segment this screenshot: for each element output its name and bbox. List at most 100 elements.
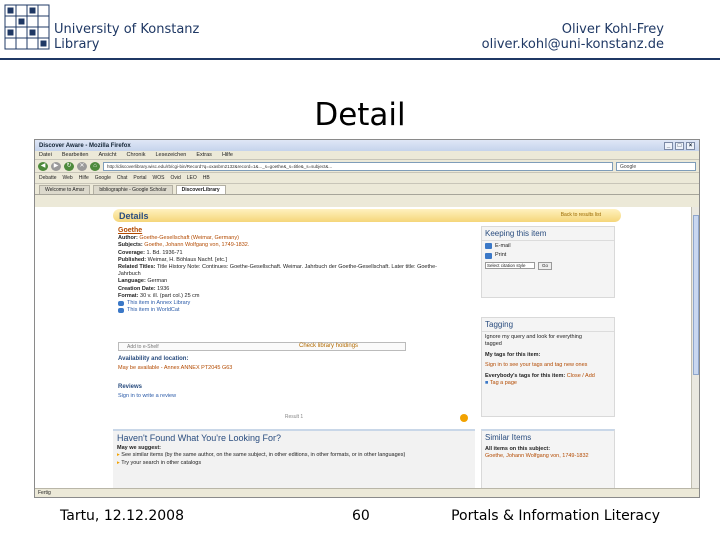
check-library-holdings-link[interactable]: Check library holdings	[299, 342, 358, 351]
close-button[interactable]: ×	[686, 141, 695, 150]
next-result-icon[interactable]	[460, 414, 468, 422]
menu-tools[interactable]: Extras	[196, 152, 212, 158]
sign-in-tags-row: Sign in to see your tags and tag new one…	[482, 362, 614, 370]
availability-heading: Availability and location:	[118, 356, 189, 362]
author-name: Oliver Kohl-Frey	[561, 22, 664, 37]
record-title[interactable]: Goethe	[118, 227, 475, 234]
field-related-titles: Related Titles: Title History Note: Cont…	[118, 264, 437, 278]
tab-welcome[interactable]: Welcome to Amar	[39, 185, 91, 194]
add-to-eshelf-input[interactable]: Add to e-Shelf	[118, 342, 406, 351]
tab-google-scholar[interactable]: bibliographie - Google Scholar	[93, 185, 173, 194]
field-author: Author: Goethe-Gesellschaft (Weimar, Ger…	[118, 235, 239, 242]
email-icon	[485, 243, 492, 250]
reviews-heading: Reviews	[118, 384, 143, 390]
similar-subtitle: All items on this subject:	[485, 445, 551, 452]
annex-library-link[interactable]: This item in Annex Library	[118, 300, 475, 307]
citation-style-select[interactable]: Select citation style	[485, 262, 535, 269]
print-icon	[485, 252, 492, 259]
home-icon[interactable]: ⌂	[90, 161, 100, 171]
author-email: oliver.kohl@uni-konstanz.de	[481, 37, 664, 52]
navigation-toolbar: ◀ ▶ ↻ ✕ ⌂ http://discoverlibrary.wisc.ed…	[35, 160, 699, 173]
tagging-panel: Tagging Ignore my query and look for eve…	[481, 317, 615, 417]
scroll-thumb[interactable]	[693, 215, 699, 375]
tab-discoverlibrary[interactable]: DiscoverLibrary	[175, 185, 226, 194]
bookmark-item[interactable]: WOS	[152, 175, 164, 181]
availability-text[interactable]: May be available - Annex ANNEX PT2045 G6…	[118, 365, 232, 372]
header-rule	[0, 58, 720, 60]
similar-items-panel: Similar Items All items on this subject:…	[481, 429, 615, 489]
bookmark-item[interactable]: Ovid	[170, 175, 180, 181]
close-add-link[interactable]: Close / Add	[567, 373, 595, 379]
author-block: Oliver Kohl-Frey oliver.kohl@uni-konstan…	[482, 22, 664, 52]
bookmarks-toolbar: Debatte Web Hilfe Google Chat Portal WOS…	[35, 173, 699, 184]
university-logo-icon	[4, 4, 50, 50]
bookmark-item[interactable]: Chat	[117, 175, 128, 181]
email-button[interactable]: E-mail	[482, 243, 614, 251]
field-published: Published: Weimar, H. Böhlaus Nachf. [et…	[118, 256, 228, 263]
library-record-page: Details Back to results list Goethe Auth…	[113, 207, 621, 489]
everybody-tags-row: Everybody's tags for this item: Close / …	[485, 372, 595, 379]
menu-help[interactable]: Hilfe	[222, 152, 233, 158]
record-details: Goethe Author: Goethe-Gesellschaft (Weim…	[113, 224, 475, 420]
bookmark-item[interactable]: Debatte	[39, 175, 57, 181]
slide-title: Detail	[314, 97, 406, 133]
back-to-results-link[interactable]: Back to results list	[561, 212, 601, 218]
menu-file[interactable]: Datei	[39, 152, 52, 158]
forward-arrow-icon[interactable]: ▶	[51, 161, 61, 171]
field-coverage: Coverage: 1. Bd. 1936-71	[118, 249, 183, 256]
footer-page-number: 60	[352, 508, 370, 524]
keeping-heading: Keeping this item	[482, 227, 614, 241]
havent-found-heading: Haven't Found What You're Looking For?	[117, 433, 282, 443]
similar-items-heading: Similar Items	[485, 433, 532, 442]
my-tags-label: My tags for this item:	[485, 351, 541, 358]
citation-go-button[interactable]: Go	[538, 261, 553, 270]
print-button[interactable]: Print	[482, 252, 614, 260]
citation-row: Select citation style Go	[482, 261, 614, 270]
browser-window: Discover Aware - Mozilla Firefox _ □ × D…	[34, 139, 700, 498]
field-language: Language: German	[118, 278, 168, 285]
address-bar[interactable]: http://discoverlibrary.wisc.edu/rb/cgi-b…	[103, 161, 613, 171]
field-creation-date: Creation Date: 1936	[118, 285, 170, 292]
suggestion-similar[interactable]: ▸ See similar items (by the same author,…	[113, 452, 413, 459]
reload-icon[interactable]: ↻	[64, 161, 74, 171]
minimize-button[interactable]: _	[664, 141, 673, 150]
institution-name: University of Konstanz Library	[54, 22, 200, 52]
tag-page-link[interactable]: Tag a page	[490, 380, 517, 386]
similar-item-link[interactable]: Goethe, Johann Wolfgang von, 1749-1832	[482, 453, 614, 461]
vertical-scrollbar[interactable]	[691, 207, 699, 489]
menu-bookmarks[interactable]: Lesezeichen	[155, 152, 186, 158]
tagging-heading: Tagging	[482, 318, 614, 332]
details-heading: Details	[119, 211, 149, 221]
tagging-info: tagged	[485, 341, 502, 347]
menu-view[interactable]: Ansicht	[98, 152, 116, 158]
bookmark-item[interactable]: LEO	[187, 175, 197, 181]
window-title: Discover Aware - Mozilla Firefox	[39, 142, 131, 149]
bookmark-item[interactable]: HB	[203, 175, 210, 181]
menu-bar: Datei Bearbeiten Ansicht Chronik Lesezei…	[35, 151, 699, 160]
keeping-panel: Keeping this item E-mail Print Select ci…	[481, 226, 615, 298]
worldcat-icon	[118, 308, 124, 314]
stop-icon[interactable]: ✕	[77, 161, 87, 171]
havent-found-panel: Haven't Found What You're Looking For? M…	[113, 429, 475, 489]
write-review-link[interactable]: Sign in to write a review	[118, 393, 176, 400]
tagging-info: Ignore my query and look for everything	[485, 333, 582, 340]
window-titlebar: Discover Aware - Mozilla Firefox _ □ ×	[35, 140, 699, 151]
bookmark-item[interactable]: Google	[95, 175, 111, 181]
maximize-button[interactable]: □	[675, 141, 684, 150]
footer-talk-title: Portals & Information Literacy	[451, 508, 660, 524]
menu-history[interactable]: Chronik	[127, 152, 146, 158]
back-arrow-icon[interactable]: ◀	[38, 161, 48, 171]
tag-icon: ■	[485, 380, 489, 386]
bookmark-item[interactable]: Portal	[133, 175, 146, 181]
menu-edit[interactable]: Bearbeiten	[62, 152, 89, 158]
bookmark-item[interactable]: Hilfe	[79, 175, 89, 181]
result-navigation: Result 1	[284, 414, 304, 420]
footer-location-date: Tartu, 12.12.2008	[60, 508, 184, 524]
field-subjects: Subjects: Goethe, Johann Wolfgang von, 1…	[118, 242, 250, 249]
sign-in-link[interactable]: Sign in to see your tags and tag new one…	[485, 362, 587, 368]
worldcat-link[interactable]: This item in WorldCat	[118, 307, 475, 314]
search-input[interactable]: Google	[616, 161, 696, 171]
bookmark-item[interactable]: Web	[63, 175, 73, 181]
details-header: Details Back to results list	[113, 209, 621, 222]
suggestion-other-catalogs[interactable]: ▸ Try your search in other catalogs	[113, 459, 475, 467]
